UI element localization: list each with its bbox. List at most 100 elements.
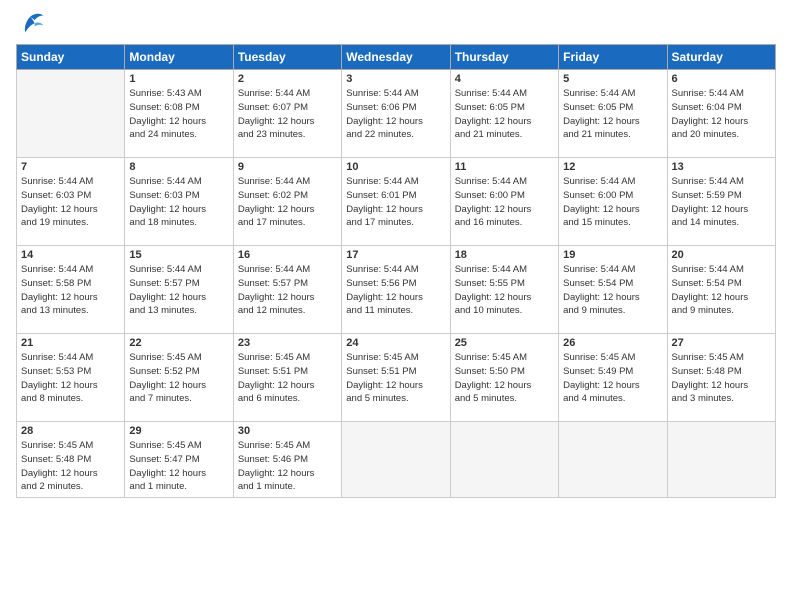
calendar-day-cell: 11 Sunrise: 5:44 AM Sunset: 6:00 PM Dayli…: [450, 158, 558, 246]
day-number: 14: [21, 249, 120, 261]
day-number: 28: [21, 425, 120, 437]
calendar-day-cell: 12 Sunrise: 5:44 AM Sunset: 6:00 PM Dayli…: [559, 158, 667, 246]
day-number: 2: [238, 73, 337, 85]
calendar-day-cell: 23 Sunrise: 5:45 AM Sunset: 5:51 PM Dayli…: [233, 334, 341, 422]
day-info: Sunrise: 5:44 AM Sunset: 5:59 PM Dayligh…: [672, 175, 771, 230]
day-number: 9: [238, 161, 337, 173]
day-number: 15: [129, 249, 228, 261]
day-number: 22: [129, 337, 228, 349]
day-number: 18: [455, 249, 554, 261]
header-row: [16, 12, 776, 36]
day-number: 7: [21, 161, 120, 173]
day-number: 17: [346, 249, 445, 261]
calendar-day-cell: 10Sunrise: 5:44 AM Sunset: 6:01 PM Dayli…: [342, 158, 450, 246]
day-info: Sunrise: 5:44 AM Sunset: 6:05 PM Dayligh…: [455, 87, 554, 142]
calendar-day-cell: 20Sunrise: 5:44 AM Sunset: 5:54 PM Dayli…: [667, 246, 775, 334]
day-info: Sunrise: 5:44 AM Sunset: 6:04 PM Dayligh…: [672, 87, 771, 142]
calendar-header-row: SundayMondayTuesdayWednesdayThursdayFrid…: [17, 45, 776, 70]
day-number: 21: [21, 337, 120, 349]
calendar-day-cell: 25Sunrise: 5:45 AM Sunset: 5:50 PM Dayli…: [450, 334, 558, 422]
day-info: Sunrise: 5:45 AM Sunset: 5:49 PM Dayligh…: [563, 351, 662, 406]
day-number: 11: [455, 161, 554, 173]
calendar-day-cell: 14Sunrise: 5:44 AM Sunset: 5:58 PM Dayli…: [17, 246, 125, 334]
calendar-week-row: 1 Sunrise: 5:43 AM Sunset: 6:08 PM Daylig…: [17, 70, 776, 158]
day-number: 12: [563, 161, 662, 173]
day-number: 30: [238, 425, 337, 437]
day-info: Sunrise: 5:45 AM Sunset: 5:51 PM Dayligh…: [238, 351, 337, 406]
day-number: 29: [129, 425, 228, 437]
logo-bird-icon: [16, 12, 44, 36]
day-number: 16: [238, 249, 337, 261]
calendar-day-cell: 30 Sunrise: 5:45 AM Sunset: 5:46 PM Dayli…: [233, 422, 341, 498]
calendar-day-cell: 19 Sunrise: 5:44 AM Sunset: 5:54 PM Dayli…: [559, 246, 667, 334]
day-info: Sunrise: 5:44 AM Sunset: 5:54 PM Dayligh…: [563, 263, 662, 318]
calendar-day-cell: 8 Sunrise: 5:44 AM Sunset: 6:03 PM Daylig…: [125, 158, 233, 246]
day-info: Sunrise: 5:45 AM Sunset: 5:47 PM Dayligh…: [129, 439, 228, 494]
calendar-day-cell: 18 Sunrise: 5:44 AM Sunset: 5:55 PM Dayli…: [450, 246, 558, 334]
day-number: 1: [129, 73, 228, 85]
day-info: Sunrise: 5:44 AM Sunset: 5:55 PM Dayligh…: [455, 263, 554, 318]
day-info: Sunrise: 5:44 AM Sunset: 6:00 PM Dayligh…: [455, 175, 554, 230]
calendar-header-wednesday: Wednesday: [342, 45, 450, 70]
day-number: 10: [346, 161, 445, 173]
day-number: 5: [563, 73, 662, 85]
calendar-day-cell: [17, 70, 125, 158]
day-info: Sunrise: 5:44 AM Sunset: 6:07 PM Dayligh…: [238, 87, 337, 142]
calendar-week-row: 7 Sunrise: 5:44 AM Sunset: 6:03 PM Daylig…: [17, 158, 776, 246]
logo: [16, 12, 48, 36]
day-info: Sunrise: 5:43 AM Sunset: 6:08 PM Dayligh…: [129, 87, 228, 142]
day-info: Sunrise: 5:44 AM Sunset: 6:03 PM Dayligh…: [21, 175, 120, 230]
day-info: Sunrise: 5:45 AM Sunset: 5:48 PM Dayligh…: [21, 439, 120, 494]
day-info: Sunrise: 5:44 AM Sunset: 6:00 PM Dayligh…: [563, 175, 662, 230]
calendar-day-cell: [342, 422, 450, 498]
day-number: 13: [672, 161, 771, 173]
day-info: Sunrise: 5:44 AM Sunset: 5:56 PM Dayligh…: [346, 263, 445, 318]
calendar-day-cell: 13 Sunrise: 5:44 AM Sunset: 5:59 PM Dayli…: [667, 158, 775, 246]
day-info: Sunrise: 5:45 AM Sunset: 5:48 PM Dayligh…: [672, 351, 771, 406]
calendar-day-cell: [559, 422, 667, 498]
day-info: Sunrise: 5:44 AM Sunset: 5:57 PM Dayligh…: [129, 263, 228, 318]
day-info: Sunrise: 5:44 AM Sunset: 6:06 PM Dayligh…: [346, 87, 445, 142]
day-info: Sunrise: 5:44 AM Sunset: 5:57 PM Dayligh…: [238, 263, 337, 318]
day-info: Sunrise: 5:45 AM Sunset: 5:51 PM Dayligh…: [346, 351, 445, 406]
calendar-day-cell: 21 Sunrise: 5:44 AM Sunset: 5:53 PM Dayli…: [17, 334, 125, 422]
calendar-header-thursday: Thursday: [450, 45, 558, 70]
day-info: Sunrise: 5:45 AM Sunset: 5:46 PM Dayligh…: [238, 439, 337, 494]
day-info: Sunrise: 5:44 AM Sunset: 6:05 PM Dayligh…: [563, 87, 662, 142]
day-number: 19: [563, 249, 662, 261]
calendar-header-saturday: Saturday: [667, 45, 775, 70]
calendar-day-cell: 4Sunrise: 5:44 AM Sunset: 6:05 PM Daylig…: [450, 70, 558, 158]
day-number: 23: [238, 337, 337, 349]
day-info: Sunrise: 5:45 AM Sunset: 5:52 PM Dayligh…: [129, 351, 228, 406]
day-info: Sunrise: 5:44 AM Sunset: 6:03 PM Dayligh…: [129, 175, 228, 230]
calendar-week-row: 21 Sunrise: 5:44 AM Sunset: 5:53 PM Dayli…: [17, 334, 776, 422]
day-number: 8: [129, 161, 228, 173]
calendar-day-cell: 5 Sunrise: 5:44 AM Sunset: 6:05 PM Daylig…: [559, 70, 667, 158]
calendar-day-cell: 16 Sunrise: 5:44 AM Sunset: 5:57 PM Dayli…: [233, 246, 341, 334]
day-number: 27: [672, 337, 771, 349]
day-info: Sunrise: 5:45 AM Sunset: 5:50 PM Dayligh…: [455, 351, 554, 406]
calendar-day-cell: 27 Sunrise: 5:45 AM Sunset: 5:48 PM Dayli…: [667, 334, 775, 422]
day-info: Sunrise: 5:44 AM Sunset: 6:02 PM Dayligh…: [238, 175, 337, 230]
calendar-day-cell: 9 Sunrise: 5:44 AM Sunset: 6:02 PM Daylig…: [233, 158, 341, 246]
calendar-header-tuesday: Tuesday: [233, 45, 341, 70]
calendar-week-row: 14Sunrise: 5:44 AM Sunset: 5:58 PM Dayli…: [17, 246, 776, 334]
calendar-table: SundayMondayTuesdayWednesdayThursdayFrid…: [16, 44, 776, 498]
calendar-day-cell: [450, 422, 558, 498]
calendar-day-cell: [667, 422, 775, 498]
calendar-day-cell: 17 Sunrise: 5:44 AM Sunset: 5:56 PM Dayli…: [342, 246, 450, 334]
calendar-day-cell: 2 Sunrise: 5:44 AM Sunset: 6:07 PM Daylig…: [233, 70, 341, 158]
page: SundayMondayTuesdayWednesdayThursdayFrid…: [0, 0, 792, 612]
calendar-day-cell: 1 Sunrise: 5:43 AM Sunset: 6:08 PM Daylig…: [125, 70, 233, 158]
calendar-header-monday: Monday: [125, 45, 233, 70]
day-number: 26: [563, 337, 662, 349]
calendar-day-cell: 29 Sunrise: 5:45 AM Sunset: 5:47 PM Dayli…: [125, 422, 233, 498]
calendar-day-cell: 28 Sunrise: 5:45 AM Sunset: 5:48 PM Dayli…: [17, 422, 125, 498]
calendar-day-cell: 22 Sunrise: 5:45 AM Sunset: 5:52 PM Dayli…: [125, 334, 233, 422]
day-info: Sunrise: 5:44 AM Sunset: 5:53 PM Dayligh…: [21, 351, 120, 406]
calendar-day-cell: 6Sunrise: 5:44 AM Sunset: 6:04 PM Daylig…: [667, 70, 775, 158]
day-number: 24: [346, 337, 445, 349]
day-number: 20: [672, 249, 771, 261]
calendar-day-cell: 3Sunrise: 5:44 AM Sunset: 6:06 PM Daylig…: [342, 70, 450, 158]
calendar-day-cell: 24 Sunrise: 5:45 AM Sunset: 5:51 PM Dayli…: [342, 334, 450, 422]
